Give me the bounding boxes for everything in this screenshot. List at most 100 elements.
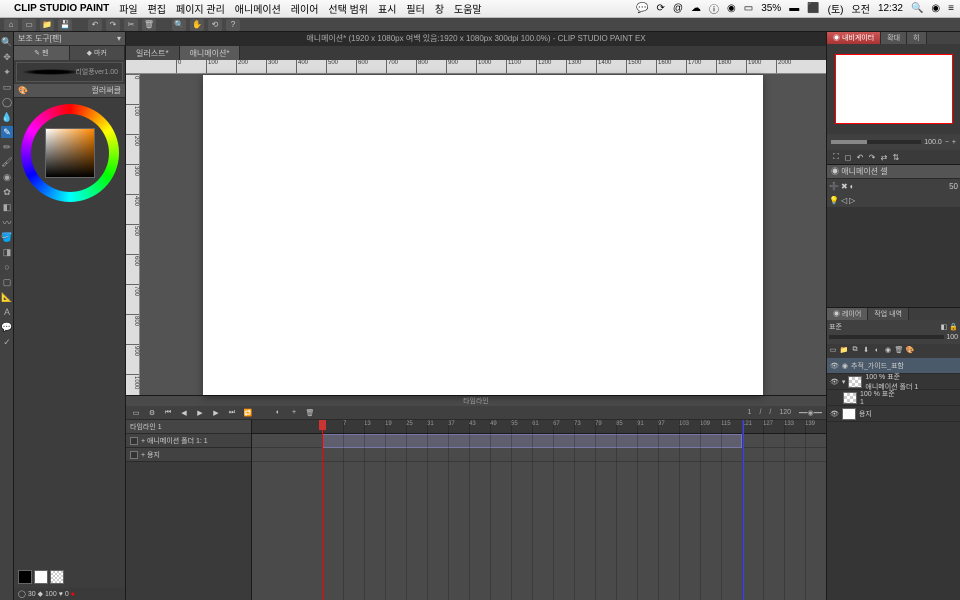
nav-tab-hist[interactable]: 히 [907,32,926,44]
tl-track-header[interactable]: 타임라인 1 [126,420,251,434]
tl-track-vis-0[interactable] [130,437,138,445]
anim-del-icon[interactable]: ✖ [841,182,848,191]
toolbar-delete-icon[interactable]: 🗑 [142,19,156,31]
size-value[interactable]: 30 [28,591,36,598]
anim-count[interactable]: 50 [949,182,958,191]
toolbar-home-icon[interactable]: ⌂ [4,19,18,31]
battery-pct[interactable]: 35% [761,3,781,14]
toolbar-cut-icon[interactable]: ✂ [124,19,138,31]
opacity-slider[interactable] [829,335,944,339]
toolbar-zoom-icon[interactable]: 🔍 [172,19,186,31]
layer-new-icon[interactable]: ▭ [828,345,838,355]
layer-color-icon[interactable]: 🎨 [905,345,915,355]
nav-fit-icon[interactable]: ⛶ [831,152,841,162]
toolbar-redo-icon[interactable]: ↷ [106,19,120,31]
tl-track-1[interactable]: + 용지 [126,448,251,462]
nav-tab-navigator[interactable]: ◉ 내비게이터 [827,32,881,44]
menu-page[interactable]: 페이지 관리 [176,1,225,16]
tool-move-icon[interactable]: ✥ [1,51,13,63]
chat-icon[interactable]: 💬 [636,3,648,14]
tool-zoom-icon[interactable]: 🔍 [1,36,13,48]
tool-shape-icon[interactable]: ○ [1,261,13,273]
nav-tab-zoom[interactable]: 확대 [881,32,907,44]
color-square[interactable] [45,128,95,178]
sync-icon[interactable]: ⟳ [656,3,664,14]
zoom-slider[interactable] [831,140,921,144]
app-name[interactable]: CLIP STUDIO PAINT [14,3,109,14]
tl-add-icon[interactable]: + [288,408,300,418]
anim-light-icon[interactable]: 💡 [829,196,839,205]
layer-mask-icon[interactable]: ◐ [872,345,882,355]
layer-item-2[interactable]: 100 % 표준 1 [827,390,960,406]
nav-flip-v-icon[interactable]: ⇅ [891,152,901,162]
menu-file[interactable]: 파일 [119,1,137,16]
toolbar-rotate-icon[interactable]: ⟲ [208,19,222,31]
tool-eraser-icon[interactable]: ◧ [1,201,13,213]
doc-tab-0[interactable]: 일러스트* [126,46,180,60]
tool-lasso-icon[interactable]: ◯ [1,96,13,108]
tl-onion-icon[interactable]: ◐ [272,408,284,418]
doc-tab-1[interactable]: 애니메이션* [180,46,241,60]
background-swatch[interactable] [34,570,48,584]
tool-brush-icon[interactable]: 🖌 [1,156,13,168]
layer-opacity[interactable]: 100 [946,334,958,341]
toolbar-help-icon[interactable]: ? [226,19,240,31]
timeline-frames[interactable]: 1713192531374349556167737985919710310911… [252,420,826,600]
menu-layer[interactable]: 레이어 [291,1,319,16]
layer-merge-icon[interactable]: ⬇ [861,345,871,355]
zoom-percent[interactable]: 100.0 [924,139,942,146]
opacity-value[interactable]: 100 [45,591,57,598]
toolbar-new-icon[interactable]: ▭ [22,19,36,31]
layer-lock-icon[interactable]: 🔒 [949,323,958,331]
cloud-icon[interactable]: ☁ [691,3,701,14]
tool-pencil-icon[interactable]: ✏ [1,141,13,153]
tool-balloon-icon[interactable]: 💬 [1,321,13,333]
lang-icon[interactable]: ⬛ [807,3,819,14]
menu-edit[interactable]: 편집 [148,1,166,16]
tool-gradient-icon[interactable]: ◨ [1,246,13,258]
tl-new-icon[interactable]: ▭ [130,408,142,418]
menu-filter[interactable]: 필터 [406,1,424,16]
layer-ref-icon[interactable]: ◉ [883,345,893,355]
tl-track-0[interactable]: + 애니메이션 폴더 1: 1 [126,434,251,448]
tool-frame-icon[interactable]: ▢ [1,276,13,288]
tool-deco-icon[interactable]: ✿ [1,186,13,198]
anim-next-icon[interactable]: ▷ [849,196,855,205]
toolbar-save-icon[interactable]: 💾 [58,19,72,31]
tool-pen-icon[interactable]: ✎ [1,126,13,138]
menu-view[interactable]: 표시 [378,1,396,16]
anim-prev-icon[interactable]: ◁ [841,196,847,205]
notif-icon[interactable]: ≡ [948,3,954,14]
extra-value[interactable]: 0 [65,591,69,598]
nav-100-icon[interactable]: ◻ [843,152,853,162]
siri-icon[interactable]: ◉ [931,3,940,14]
layer-item-3[interactable]: 👁 용지 [827,406,960,422]
brush-preview[interactable]: 리얼풍ver1.00 [16,62,123,82]
tl-loop-icon[interactable]: 🔁 [242,408,254,418]
tl-next-icon[interactable]: ▶ [210,408,222,418]
layer-clip-icon[interactable]: ◧ [941,323,948,331]
layer-dup-icon[interactable]: ⧉ [850,345,860,355]
tl-playhead[interactable] [322,420,323,600]
menu-window[interactable]: 창 [435,1,444,16]
tl-settings-icon[interactable]: ⚙ [146,408,158,418]
tool-wand-icon[interactable]: ✦ [1,66,13,78]
foreground-swatch[interactable] [18,570,32,584]
toolbar-hand-icon[interactable]: ✋ [190,19,204,31]
layer-vis-icon[interactable]: 👁 [830,378,839,386]
tl-play-icon[interactable]: ▶ [194,408,206,418]
battery-icon[interactable]: ▬ [789,3,799,14]
canvas[interactable] [203,75,763,395]
tool-ruler-icon[interactable]: 📐 [1,291,13,303]
layer-item-1[interactable]: 👁 ▾ 100 % 표준 애니메이션 폴더 1 [827,374,960,390]
subtool-tab-marker[interactable]: ◆마커 [70,46,126,60]
anim-add-icon[interactable]: ➕ [829,182,839,191]
tool-airbrush-icon[interactable]: ◉ [1,171,13,183]
tool-fill-icon[interactable]: 🪣 [1,231,13,243]
at-icon[interactable]: @ [673,3,683,14]
tool-blend-icon[interactable]: 〰 [1,216,13,228]
tl-del-icon[interactable]: 🗑 [304,408,316,418]
panel-menu-icon[interactable]: ▾ [117,34,121,43]
layer-trash-icon[interactable]: 🗑 [894,345,904,355]
nav-rotate-l-icon[interactable]: ↶ [855,152,865,162]
